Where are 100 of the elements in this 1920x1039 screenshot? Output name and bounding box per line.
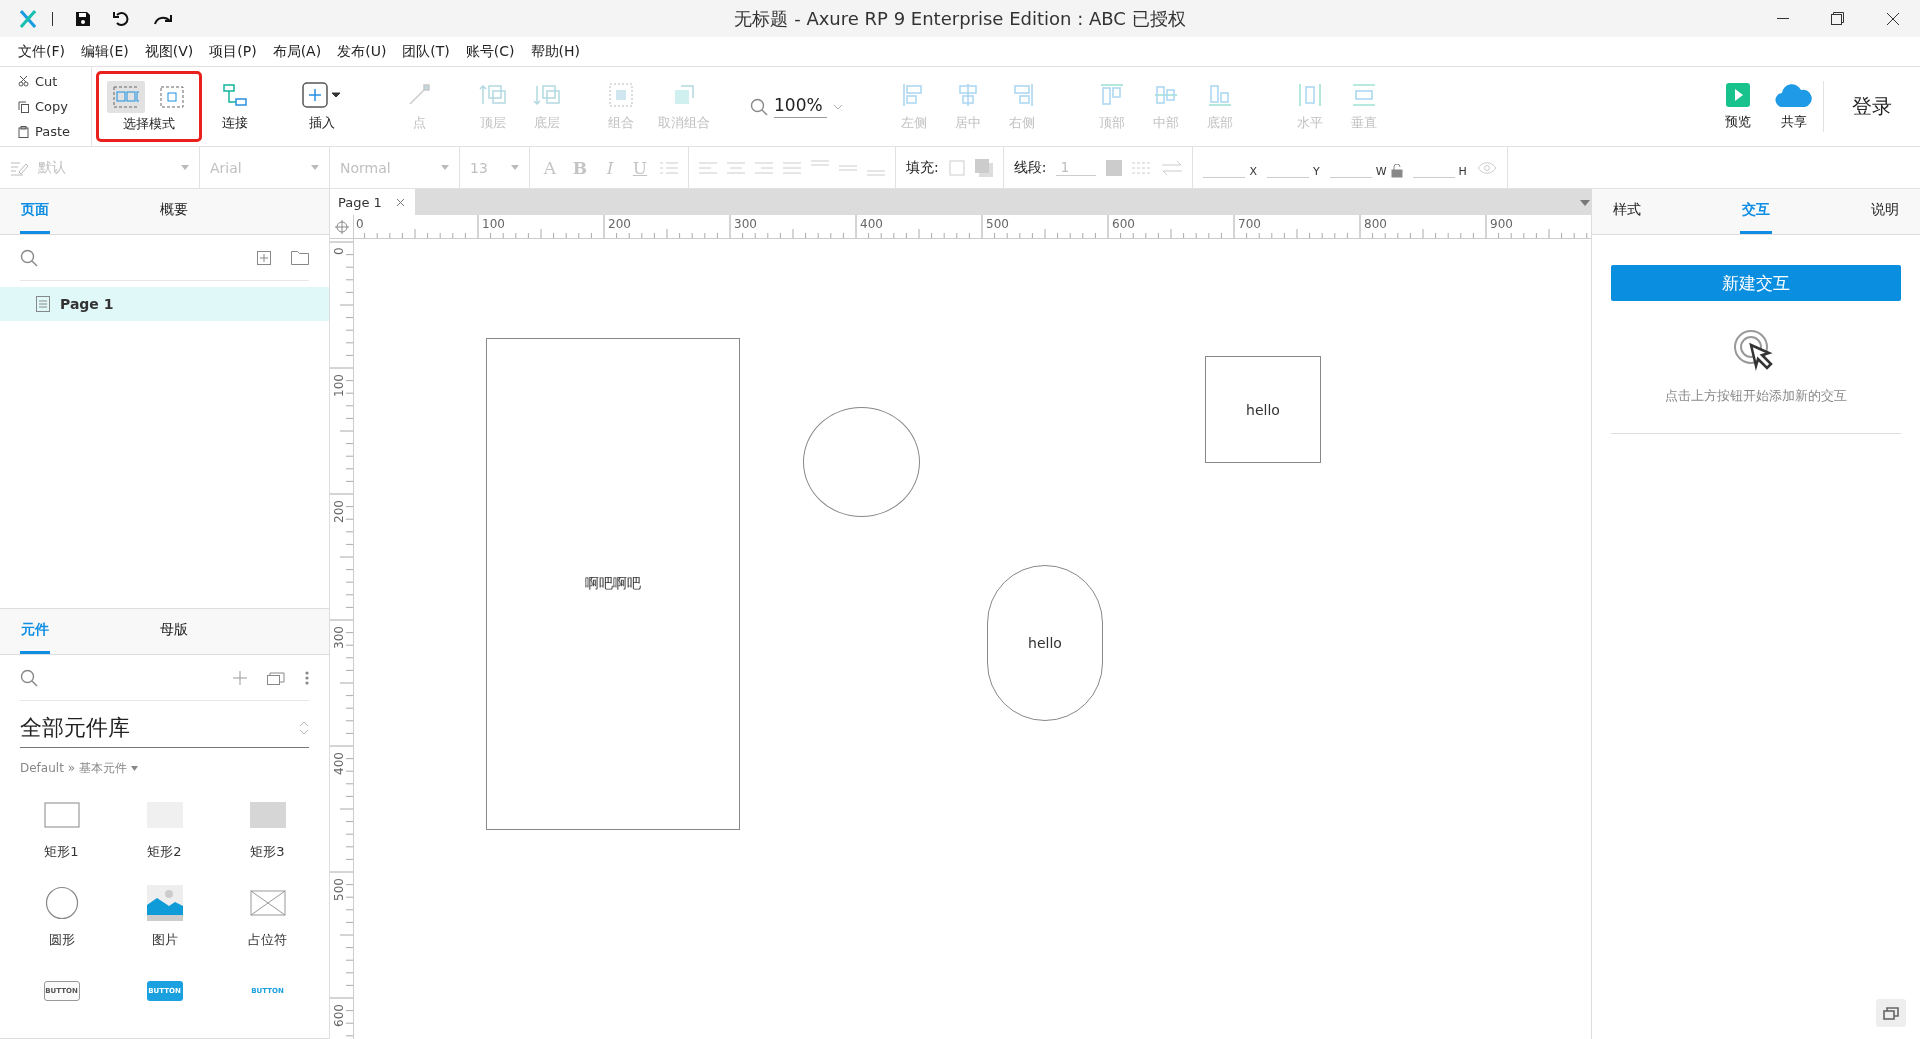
- plus-icon[interactable]: [233, 670, 247, 685]
- logo-icon: [20, 9, 36, 28]
- align-icon: [1296, 81, 1323, 108]
- ruler-label: 100: [482, 217, 505, 231]
- stroke-label: 线段:: [1013, 158, 1047, 177]
- widget-item[interactable]: 矩形1: [10, 795, 113, 861]
- menu-item[interactable]: 编辑(E): [73, 42, 137, 61]
- rounded-shape[interactable]: hello: [987, 565, 1103, 721]
- play-icon: [1726, 82, 1750, 107]
- page-item[interactable]: Page 1: [0, 287, 329, 321]
- undo-icon[interactable]: [113, 10, 131, 27]
- caret-icon: [311, 165, 319, 170]
- zoom-dropdown[interactable]: 100%: [744, 67, 849, 146]
- toolbar-button[interactable]: 连接: [208, 67, 262, 146]
- restore-panel-button[interactable]: [1876, 999, 1906, 1027]
- align-text-icon[interactable]: [727, 160, 745, 175]
- menu-item[interactable]: 文件(F): [10, 42, 73, 61]
- shadow-swatch[interactable]: [974, 158, 993, 177]
- ruler-label: 200: [608, 217, 631, 231]
- circle-icon: [44, 886, 79, 920]
- window-title: 无标题 - Axure RP 9 Enterprise Edition : ABC 已授权: [734, 6, 1186, 31]
- search-icon[interactable]: [20, 668, 38, 687]
- ruler-label: 300: [734, 217, 757, 231]
- panel-tab[interactable]: 概要: [159, 189, 189, 234]
- new-interaction-button[interactable]: 新建交互: [1611, 265, 1901, 301]
- caret-icon: [832, 103, 843, 110]
- breadcrumb[interactable]: Default » 基本元件: [20, 760, 138, 777]
- clipboard-button[interactable]: Cut: [0, 69, 91, 94]
- menu-item[interactable]: 帮助(H): [522, 42, 588, 61]
- copy-icon: [18, 100, 29, 113]
- ruler-label: 100: [332, 374, 346, 397]
- ruler-label: 900: [1490, 217, 1513, 231]
- ruler-label: 300: [332, 626, 346, 649]
- panel-tab[interactable]: 样式: [1612, 189, 1642, 234]
- login-button[interactable]: 登录: [1823, 81, 1920, 132]
- arrows-icon[interactable]: [1162, 160, 1183, 175]
- dash-icon[interactable]: [1132, 160, 1153, 175]
- ruler-label: 400: [860, 217, 883, 231]
- clipboard-button[interactable]: Copy: [0, 94, 91, 119]
- add-page-icon[interactable]: [257, 250, 271, 265]
- widget-item[interactable]: 圆形: [10, 883, 113, 949]
- coordinate-label: W: [1375, 164, 1387, 178]
- divider-icon: [52, 11, 53, 26]
- restore-icon: [1831, 12, 1844, 25]
- caret-icon: [181, 165, 189, 170]
- clipboard-button[interactable]: Paste: [0, 119, 91, 144]
- align-text-icon[interactable]: [755, 160, 773, 175]
- rectangle-shape[interactable]: 啊吧啊吧: [486, 338, 740, 830]
- ruler-label: 400: [332, 752, 346, 775]
- widget-item[interactable]: 矩形3: [216, 795, 319, 861]
- mode-label: 选择模式: [123, 114, 175, 133]
- ruler-label: 500: [986, 217, 1009, 231]
- save-icon[interactable]: [75, 10, 91, 27]
- list-icon[interactable]: [660, 160, 678, 175]
- cloud-icon: [1775, 82, 1813, 107]
- toolbar-button[interactable]: 插入: [292, 67, 352, 146]
- widget-item[interactable]: 图片: [113, 883, 216, 949]
- menu-item[interactable]: 账号(C): [457, 42, 523, 61]
- ruler-label: 700: [1238, 217, 1261, 231]
- library-dropdown[interactable]: 全部元件库: [20, 713, 309, 748]
- mode-option[interactable]: [107, 80, 145, 113]
- ruler-label: 600: [1112, 217, 1135, 231]
- shape-text: 啊吧啊吧: [585, 575, 641, 593]
- search-icon[interactable]: [20, 248, 38, 267]
- crosshair-icon[interactable]: [334, 219, 349, 234]
- fill-label: 填充:: [906, 158, 939, 177]
- panel-tab[interactable]: 说明: [1870, 189, 1900, 234]
- align-icon: [1098, 81, 1125, 108]
- folder-icon[interactable]: [291, 250, 309, 265]
- menu-item[interactable]: 团队(T): [394, 42, 458, 61]
- stroke-swatch[interactable]: [1106, 159, 1123, 176]
- ruler-label: 600: [332, 1004, 346, 1027]
- align-text-icon[interactable]: [783, 160, 801, 175]
- menu-item[interactable]: 布局(A): [264, 42, 330, 61]
- image-icon: [146, 885, 183, 921]
- plus-icon: [302, 81, 342, 108]
- menu-item[interactable]: 发布(U): [329, 42, 395, 61]
- copy-icon[interactable]: [267, 670, 285, 685]
- rectangle-icon: [43, 802, 80, 828]
- eye-icon[interactable]: [1476, 161, 1497, 174]
- more-icon[interactable]: [305, 670, 309, 685]
- shape-text: hello: [1028, 635, 1062, 651]
- toolbar-button[interactable]: 共享: [1765, 67, 1823, 146]
- hint-text: 点击上方按钮开始添加新的交互: [1664, 387, 1848, 405]
- panel-tab[interactable]: 母版: [159, 609, 189, 654]
- align-text-icon[interactable]: [699, 160, 717, 175]
- clipboard-icon: [18, 125, 29, 138]
- ruler-label: 200: [332, 500, 346, 523]
- fill-swatch[interactable]: [948, 159, 965, 176]
- widget-item[interactable]: 占位符: [216, 883, 319, 949]
- search-icon[interactable]: [750, 97, 768, 116]
- menu-item[interactable]: 视图(V): [136, 42, 202, 61]
- menu-item[interactable]: 项目(P): [201, 42, 265, 61]
- toolbar-button[interactable]: 预览: [1711, 67, 1765, 146]
- rectangle-shape[interactable]: hello: [1205, 356, 1321, 463]
- lock-icon[interactable]: [1390, 163, 1403, 178]
- widget-item[interactable]: 矩形2: [113, 795, 216, 861]
- page-tab[interactable]: Page 1: [330, 189, 415, 215]
- close-icon[interactable]: [395, 197, 405, 207]
- rectangle-icon: [249, 802, 286, 828]
